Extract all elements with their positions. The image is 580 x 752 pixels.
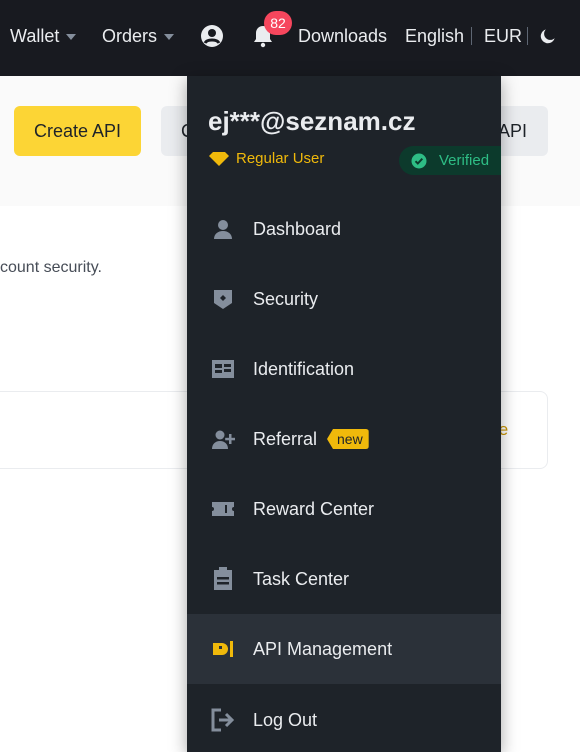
menu-item-identification[interactable]: Identification	[187, 334, 501, 404]
user-circle-icon	[201, 25, 223, 47]
moon-icon	[540, 29, 555, 44]
api-plug-icon	[213, 641, 233, 657]
ticket-icon	[212, 502, 234, 516]
user-level[interactable]: Regular User	[208, 150, 324, 167]
menu-item-label: Referral	[253, 428, 318, 449]
currency-selector[interactable]: EUR	[484, 24, 522, 48]
menu-item-log-out[interactable]: Log Out	[187, 685, 501, 752]
menu-item-dashboard[interactable]: Dashboard	[187, 194, 501, 264]
person-icon	[214, 220, 232, 239]
clipboard-icon	[214, 567, 232, 590]
user-email: ej***@seznam.cz	[208, 106, 416, 136]
language-selector[interactable]: English	[405, 24, 464, 48]
check-circle-icon	[411, 153, 427, 168]
chevron-down-icon	[66, 34, 77, 40]
chevron-down-icon	[164, 34, 175, 40]
account-dropdown-menu: ej***@seznam.cz Regular User Verified Da…	[187, 76, 501, 752]
create-api-button[interactable]: Create API	[14, 106, 141, 156]
theme-toggle[interactable]	[538, 24, 558, 48]
downloads-link[interactable]: Downloads	[298, 24, 387, 48]
shield-icon	[214, 290, 232, 309]
logout-icon	[211, 708, 235, 732]
menu-item-label: Log Out	[253, 709, 318, 730]
top-navigation-bar: Wallet Orders 82 Downloads English EUR	[0, 0, 580, 76]
menu-item-api-management[interactable]: API Management	[187, 614, 501, 684]
divider	[471, 27, 472, 45]
id-card-icon	[212, 360, 234, 378]
menu-item-label: Identification	[253, 358, 355, 379]
menu-item-label: Task Center	[253, 568, 350, 589]
menu-item-task-center[interactable]: Task Center	[187, 544, 501, 614]
verified-badge: Verified	[399, 146, 501, 175]
divider	[527, 27, 528, 45]
menu-item-label: Dashboard	[253, 218, 342, 239]
user-level-label: Regular User	[236, 150, 325, 167]
menu-item-security[interactable]: Security	[187, 264, 501, 334]
orders-label: Orders	[102, 25, 158, 46]
menu-item-label: Reward Center	[253, 498, 375, 519]
add-person-icon	[212, 430, 235, 449]
wallet-menu[interactable]: Wallet	[10, 24, 77, 48]
menu-item-label: API Management	[253, 638, 393, 659]
menu-item-label: Security	[253, 288, 319, 309]
menu-item-referral[interactable]: Referral new	[187, 404, 501, 474]
orders-menu[interactable]: Orders	[102, 24, 175, 48]
menu-item-reward-center[interactable]: Reward Center	[187, 474, 501, 544]
diamond-icon	[209, 151, 229, 166]
account-button[interactable]	[200, 24, 224, 48]
new-tag-badge: new	[327, 429, 369, 449]
security-notice-text: count security.	[0, 259, 102, 276]
verified-label: Verified	[439, 152, 490, 169]
notification-count-badge: 82	[264, 11, 292, 35]
wallet-label: Wallet	[10, 25, 60, 46]
